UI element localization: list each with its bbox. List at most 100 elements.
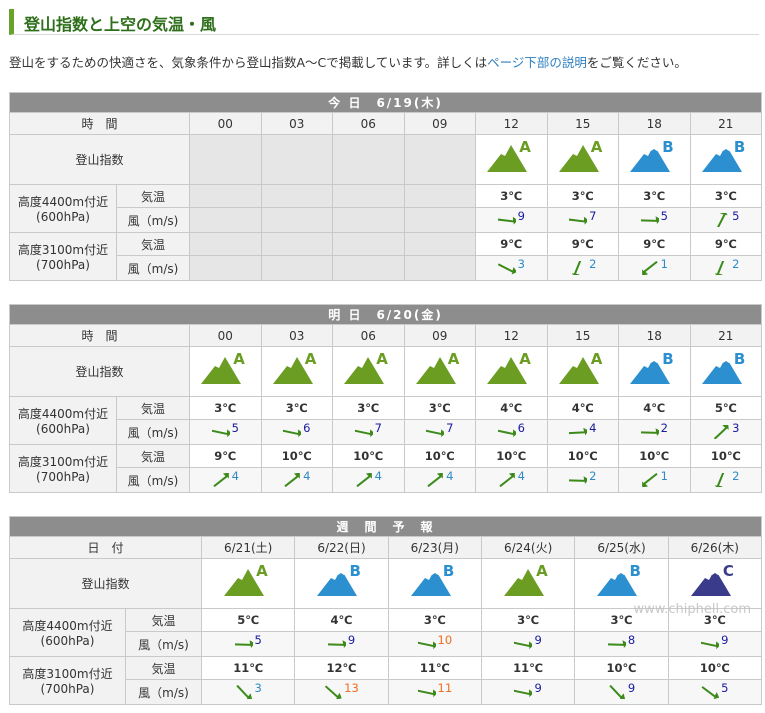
mountain-index-icon: A — [557, 350, 609, 386]
wind-cell: 7 — [403, 419, 476, 445]
temp-cell: 10℃ — [667, 656, 762, 680]
wind-cell: 5 — [689, 207, 763, 233]
time-cell: 6/24(火) — [480, 536, 576, 559]
wind-cell: 4 — [260, 467, 333, 493]
wind-label: 風（m/s) — [116, 255, 190, 281]
wind-cell: 9 — [294, 631, 389, 657]
wind-direction-icon — [234, 640, 253, 649]
wind-cell: 5 — [618, 207, 691, 233]
index-label: 登山指数 — [9, 134, 190, 185]
wind-direction-icon — [640, 216, 659, 225]
index-cell: B — [689, 346, 763, 397]
index-cell: B — [618, 134, 691, 185]
index-cell: A — [200, 558, 296, 609]
time-cell: 15 — [546, 324, 619, 347]
index-cell: A — [475, 134, 548, 185]
temp-cell: 10℃ — [546, 444, 619, 468]
wind-cell: 2 — [689, 255, 763, 281]
index-label: 登山指数 — [9, 346, 190, 397]
wind-direction-icon — [498, 473, 515, 488]
wind-direction-icon — [716, 213, 728, 228]
time-cell: 00 — [189, 324, 262, 347]
wind-cell: 3 — [689, 419, 763, 445]
wind-direction-icon — [284, 473, 300, 488]
wind-cell: 4 — [332, 467, 405, 493]
time-cell: 6/26(木) — [667, 536, 762, 559]
index-cell: A — [475, 346, 548, 397]
temp-cell: 10℃ — [689, 444, 763, 468]
page-title: 登山指数と上空の気温・風 — [24, 15, 217, 34]
temp-cell: 3℃ — [618, 184, 691, 208]
mountain-index-icon: A — [414, 350, 466, 386]
temp-cell — [260, 232, 333, 256]
wind-label: 風（m/s) — [116, 419, 190, 445]
wind-direction-icon — [497, 263, 516, 275]
mountain-index-icon: A — [222, 562, 274, 598]
wind-direction-icon — [212, 473, 229, 488]
watermark: www.chiphell.com — [633, 602, 751, 617]
temp-cell: 9℃ — [689, 232, 763, 256]
temp-cell: 3℃ — [689, 184, 763, 208]
table-header: 今 日 6/19(木) — [8, 92, 763, 113]
mountain-index-icon: A — [502, 562, 554, 598]
temp-cell: 10℃ — [403, 444, 476, 468]
altitude-label: 高度3100m付近 (700hPa) — [9, 656, 126, 705]
wind-cell: 4 — [475, 467, 548, 493]
time-cell: 6/25(水) — [574, 536, 669, 559]
wind-direction-icon — [569, 476, 588, 485]
mountain-index-icon: B — [595, 562, 647, 598]
wind-cell: 5 — [667, 679, 762, 705]
wind-direction-icon — [569, 217, 588, 225]
wind-cell: 9 — [475, 207, 548, 233]
temp-cell: 10℃ — [475, 444, 548, 468]
mountain-index-icon: B — [409, 562, 461, 598]
explanation-link[interactable]: ページ下部の説明 — [487, 55, 587, 70]
index-cell-empty — [332, 134, 405, 185]
wind-direction-icon — [641, 473, 658, 488]
index-cell: A — [260, 346, 333, 397]
wind-cell: 5 — [189, 419, 262, 445]
wind-label: 風（m/s) — [116, 467, 190, 493]
wind-direction-icon — [327, 640, 346, 649]
wind-label: 風（m/s) — [116, 207, 190, 233]
mountain-index-icon: B — [628, 138, 680, 174]
index-label: 登山指数 — [9, 558, 202, 609]
wind-direction-icon — [417, 689, 436, 698]
wind-direction-icon — [497, 217, 516, 225]
temp-cell: 3℃ — [260, 396, 333, 420]
index-cell: A — [403, 346, 476, 397]
wind-direction-icon — [497, 429, 516, 438]
wind-cell: 11 — [387, 679, 482, 705]
index-cell: A — [480, 558, 576, 609]
mountain-index-icon: C — [689, 562, 741, 598]
temp-cell: 10℃ — [260, 444, 333, 468]
wind-cell: 2 — [618, 419, 691, 445]
wind-label: 風（m/s) — [125, 679, 202, 705]
index-cell: C — [667, 558, 762, 609]
temp-cell: 9℃ — [618, 232, 691, 256]
temp-cell — [403, 184, 476, 208]
wind-cell: 9 — [574, 679, 669, 705]
time-cell: 6/21(土) — [200, 536, 296, 559]
temp-cell: 5℃ — [689, 396, 763, 420]
altitude-label: 高度3100m付近 (700hPa) — [9, 444, 117, 493]
temp-cell — [332, 232, 405, 256]
wind-cell: 2 — [689, 467, 763, 493]
index-cell: B — [689, 134, 763, 185]
wind-cell-empty — [403, 207, 476, 233]
wind-direction-icon — [514, 641, 533, 650]
wind-direction-icon — [417, 641, 436, 650]
table-header: 週 間 予 報 — [9, 516, 762, 537]
mountain-index-icon: B — [315, 562, 367, 598]
index-cell: A — [546, 134, 619, 185]
wind-cell: 6 — [260, 419, 333, 445]
index-cell-empty — [403, 134, 476, 185]
mountain-index-icon: A — [199, 350, 251, 386]
temp-label: 気温 — [125, 656, 202, 680]
wind-cell: 6 — [475, 419, 548, 445]
temp-cell: 3℃ — [189, 396, 262, 420]
index-cell: A — [332, 346, 405, 397]
mountain-index-icon: A — [485, 350, 537, 386]
wind-direction-icon — [641, 261, 658, 276]
wind-cell: 3 — [200, 679, 296, 705]
